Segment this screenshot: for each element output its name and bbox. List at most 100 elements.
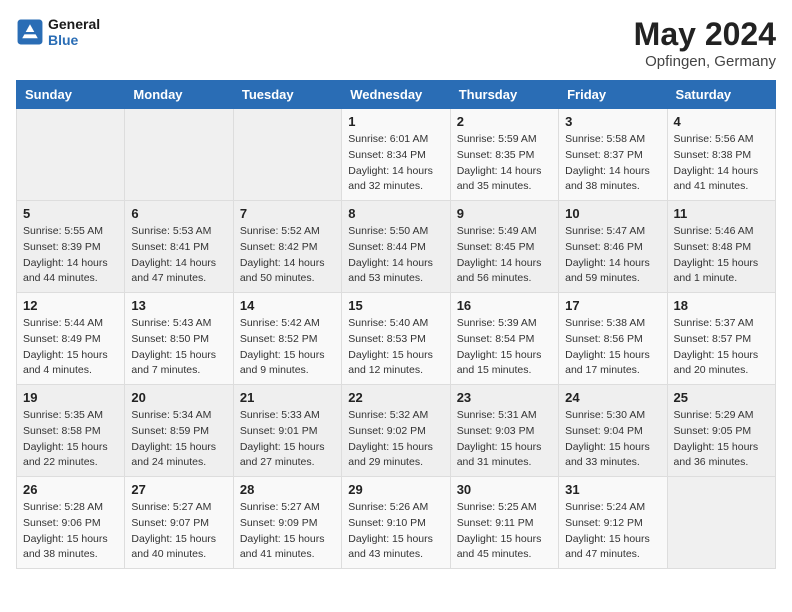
day-number: 7 — [240, 206, 335, 221]
day-info: Sunrise: 5:53 AMSunset: 8:41 PMDaylight:… — [131, 224, 226, 287]
day-number: 11 — [674, 206, 769, 221]
calendar-day-cell: 9Sunrise: 5:49 AMSunset: 8:45 PMDaylight… — [450, 201, 558, 293]
calendar-week-row: 26 Sunrise: 5:28 AMSunset: 9:06 PMDayligh… — [17, 477, 776, 569]
day-info: Sunrise: 5:37 AMSunset: 8:57 PMDaylight:… — [674, 316, 769, 379]
day-number: 31 — [565, 482, 660, 497]
day-number: 29 — [348, 482, 443, 497]
day-info: Sunrise: 5:33 AMSunset: 9:01 PMDaylight:… — [240, 408, 335, 471]
calendar-day-cell: 29 Sunrise: 5:26 AMSunset: 9:10 PMDayligh… — [342, 477, 450, 569]
day-number: 16 — [457, 298, 552, 313]
day-number: 17 — [565, 298, 660, 313]
col-header-tuesday: Tuesday — [233, 81, 341, 109]
calendar-day-cell: 10Sunrise: 5:47 AMSunset: 8:46 PMDayligh… — [559, 201, 667, 293]
day-number: 13 — [131, 298, 226, 313]
day-number: 28 — [240, 482, 335, 497]
day-info: Sunrise: 5:40 AMSunset: 8:53 PMDaylight:… — [348, 316, 443, 379]
calendar-day-cell: 31 Sunrise: 5:24 AMSunset: 9:12 PMDayligh… — [559, 477, 667, 569]
day-number: 4 — [674, 114, 769, 129]
day-number: 6 — [131, 206, 226, 221]
col-header-thursday: Thursday — [450, 81, 558, 109]
col-header-wednesday: Wednesday — [342, 81, 450, 109]
day-number: 25 — [674, 390, 769, 405]
day-info: Sunrise: 5:55 AMSunset: 8:39 PMDaylight:… — [23, 224, 118, 287]
calendar-day-cell: 6 Sunrise: 5:53 AMSunset: 8:41 PMDaylight… — [125, 201, 233, 293]
calendar-day-cell: 13 Sunrise: 5:43 AMSunset: 8:50 PMDayligh… — [125, 293, 233, 385]
page-header: General Blue May 2024 Opfingen, Germany — [16, 16, 776, 70]
day-info: Sunrise: 5:49 AMSunset: 8:45 PMDaylight:… — [457, 224, 552, 287]
day-info: Sunrise: 5:27 AMSunset: 9:09 PMDaylight:… — [240, 500, 335, 563]
calendar-day-cell: 11 Sunrise: 5:46 AMSunset: 8:48 PMDayligh… — [667, 201, 775, 293]
calendar-day-cell: 17 Sunrise: 5:38 AMSunset: 8:56 PMDayligh… — [559, 293, 667, 385]
day-number: 30 — [457, 482, 552, 497]
day-number: 18 — [674, 298, 769, 313]
day-number: 22 — [348, 390, 443, 405]
day-number: 15 — [348, 298, 443, 313]
col-header-monday: Monday — [125, 81, 233, 109]
day-info: Sunrise: 5:39 AMSunset: 8:54 PMDaylight:… — [457, 316, 552, 379]
calendar-day-cell: 25Sunrise: 5:29 AMSunset: 9:05 PMDayligh… — [667, 385, 775, 477]
day-number: 26 — [23, 482, 118, 497]
day-info: Sunrise: 5:30 AMSunset: 9:04 PMDaylight:… — [565, 408, 660, 471]
day-number: 10 — [565, 206, 660, 221]
location: Opfingen, Germany — [634, 53, 776, 70]
day-info: Sunrise: 5:28 AMSunset: 9:06 PMDaylight:… — [23, 500, 118, 563]
calendar-day-cell: 26 Sunrise: 5:28 AMSunset: 9:06 PMDayligh… — [17, 477, 125, 569]
calendar-day-cell: 30 Sunrise: 5:25 AMSunset: 9:11 PMDayligh… — [450, 477, 558, 569]
day-number: 20 — [131, 390, 226, 405]
calendar-day-cell: 24 Sunrise: 5:30 AMSunset: 9:04 PMDayligh… — [559, 385, 667, 477]
day-info: Sunrise: 5:42 AMSunset: 8:52 PMDaylight:… — [240, 316, 335, 379]
calendar-day-cell: 21 Sunrise: 5:33 AMSunset: 9:01 PMDayligh… — [233, 385, 341, 477]
calendar-day-cell: 15 Sunrise: 5:40 AMSunset: 8:53 PMDayligh… — [342, 293, 450, 385]
day-number: 19 — [23, 390, 118, 405]
calendar-week-row: 1Sunrise: 6:01 AMSunset: 8:34 PMDaylight… — [17, 109, 776, 201]
day-number: 5 — [23, 206, 118, 221]
day-info: Sunrise: 5:56 AMSunset: 8:38 PMDaylight:… — [674, 132, 769, 195]
day-info: Sunrise: 5:35 AMSunset: 8:58 PMDaylight:… — [23, 408, 118, 471]
day-number: 3 — [565, 114, 660, 129]
day-number: 24 — [565, 390, 660, 405]
calendar-week-row: 19 Sunrise: 5:35 AMSunset: 8:58 PMDayligh… — [17, 385, 776, 477]
calendar-day-cell: 7 Sunrise: 5:52 AMSunset: 8:42 PMDaylight… — [233, 201, 341, 293]
calendar-day-cell: 14 Sunrise: 5:42 AMSunset: 8:52 PMDayligh… — [233, 293, 341, 385]
day-info: Sunrise: 5:43 AMSunset: 8:50 PMDaylight:… — [131, 316, 226, 379]
logo-text: General Blue — [48, 16, 100, 48]
day-info: Sunrise: 5:46 AMSunset: 8:48 PMDaylight:… — [674, 224, 769, 287]
calendar-day-cell: 28 Sunrise: 5:27 AMSunset: 9:09 PMDayligh… — [233, 477, 341, 569]
day-info: Sunrise: 5:52 AMSunset: 8:42 PMDaylight:… — [240, 224, 335, 287]
calendar-day-cell: 12Sunrise: 5:44 AMSunset: 8:49 PMDayligh… — [17, 293, 125, 385]
day-info: Sunrise: 5:32 AMSunset: 9:02 PMDaylight:… — [348, 408, 443, 471]
day-info: Sunrise: 5:34 AMSunset: 8:59 PMDaylight:… — [131, 408, 226, 471]
calendar-table: SundayMondayTuesdayWednesdayThursdayFrid… — [16, 80, 776, 569]
calendar-day-cell: 1Sunrise: 6:01 AMSunset: 8:34 PMDaylight… — [342, 109, 450, 201]
calendar-day-cell: 23 Sunrise: 5:31 AMSunset: 9:03 PMDayligh… — [450, 385, 558, 477]
calendar-day-cell — [125, 109, 233, 201]
calendar-day-cell: 5 Sunrise: 5:55 AMSunset: 8:39 PMDaylight… — [17, 201, 125, 293]
day-info: Sunrise: 5:31 AMSunset: 9:03 PMDaylight:… — [457, 408, 552, 471]
day-number: 21 — [240, 390, 335, 405]
day-number: 1 — [348, 114, 443, 129]
calendar-day-cell: 2Sunrise: 5:59 AMSunset: 8:35 PMDaylight… — [450, 109, 558, 201]
calendar-day-cell: 16 Sunrise: 5:39 AMSunset: 8:54 PMDayligh… — [450, 293, 558, 385]
day-info: Sunrise: 5:24 AMSunset: 9:12 PMDaylight:… — [565, 500, 660, 563]
title-block: May 2024 Opfingen, Germany — [634, 16, 776, 70]
calendar-week-row: 5 Sunrise: 5:55 AMSunset: 8:39 PMDaylight… — [17, 201, 776, 293]
day-info: Sunrise: 5:44 AMSunset: 8:49 PMDaylight:… — [23, 316, 118, 379]
day-number: 8 — [348, 206, 443, 221]
day-info: Sunrise: 5:26 AMSunset: 9:10 PMDaylight:… — [348, 500, 443, 563]
logo: General Blue — [16, 16, 100, 48]
calendar-day-cell — [667, 477, 775, 569]
calendar-day-cell: 4 Sunrise: 5:56 AMSunset: 8:38 PMDaylight… — [667, 109, 775, 201]
day-info: Sunrise: 5:59 AMSunset: 8:35 PMDaylight:… — [457, 132, 552, 195]
month-title: May 2024 — [634, 16, 776, 53]
day-info: Sunrise: 5:38 AMSunset: 8:56 PMDaylight:… — [565, 316, 660, 379]
day-number: 23 — [457, 390, 552, 405]
day-info: Sunrise: 5:25 AMSunset: 9:11 PMDaylight:… — [457, 500, 552, 563]
day-info: Sunrise: 5:50 AMSunset: 8:44 PMDaylight:… — [348, 224, 443, 287]
calendar-day-cell: 22 Sunrise: 5:32 AMSunset: 9:02 PMDayligh… — [342, 385, 450, 477]
col-header-saturday: Saturday — [667, 81, 775, 109]
day-number: 14 — [240, 298, 335, 313]
calendar-day-cell: 20 Sunrise: 5:34 AMSunset: 8:59 PMDayligh… — [125, 385, 233, 477]
col-header-friday: Friday — [559, 81, 667, 109]
day-number: 27 — [131, 482, 226, 497]
calendar-day-cell: 27Sunrise: 5:27 AMSunset: 9:07 PMDayligh… — [125, 477, 233, 569]
